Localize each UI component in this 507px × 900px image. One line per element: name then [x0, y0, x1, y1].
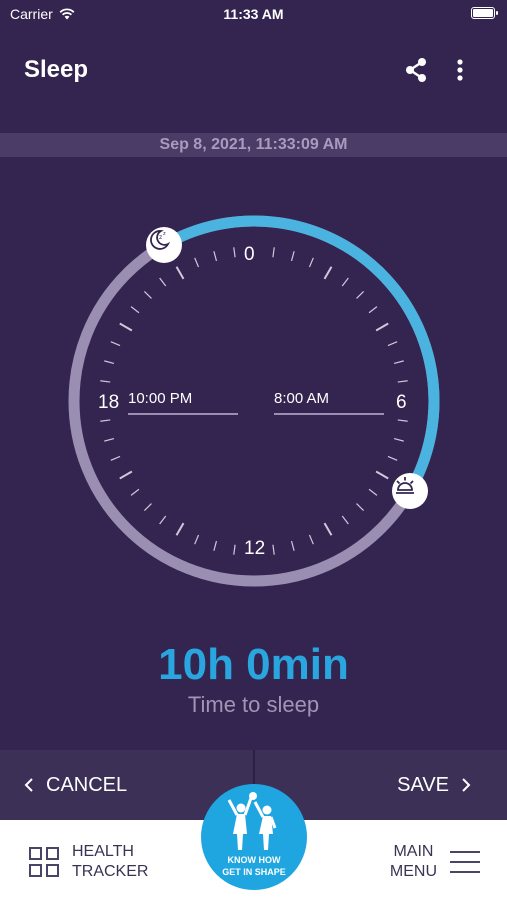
main-menu-line1: MAIN: [393, 843, 434, 860]
sleep-duration: 10h 0min: [158, 640, 349, 689]
clock-tick: [397, 380, 408, 383]
clock-tick: [213, 540, 218, 551]
bedtime-handle[interactable]: z z: [146, 227, 182, 264]
chevron-right-icon: [462, 778, 471, 792]
clock-tick: [272, 247, 275, 258]
clock-tick: [387, 341, 398, 347]
svg-text:z: z: [159, 234, 162, 241]
clock-tick: [397, 419, 408, 422]
health-tracker-button[interactable]: HEALTH TRACKER: [28, 842, 148, 882]
clock-label-top: 0: [244, 244, 255, 265]
save-button[interactable]: SAVE: [397, 750, 471, 820]
header: Sleep: [0, 40, 507, 100]
sleep-duration-label: Time to sleep: [187, 692, 320, 717]
clock-tick: [375, 322, 389, 332]
clock-tick: [175, 522, 185, 536]
clock-label-right: 6: [396, 392, 407, 413]
sleep-screen: Carrier 11:33 AM Sleep Sep 8, 2021, 11:3…: [0, 0, 507, 900]
bedtime-value: 10:00 PM: [128, 390, 193, 407]
clock-tick: [356, 290, 365, 299]
health-tracker-label: HEALTH TRACKER: [72, 842, 148, 882]
clock-tick: [290, 251, 295, 262]
sleep-arc: [161, 215, 440, 494]
clock-tick: [175, 266, 185, 280]
clock-tick: [368, 306, 378, 314]
clock-tick: [100, 419, 111, 422]
clock-tick: [272, 544, 275, 555]
clock-tick: [233, 247, 236, 258]
wake-handle[interactable]: [391, 473, 428, 509]
cancel-button[interactable]: CANCEL: [24, 750, 127, 820]
clock-tick: [100, 380, 111, 383]
wake-time-field[interactable]: 8:00 AM: [274, 390, 384, 415]
health-tracker-line1: HEALTH: [72, 843, 134, 860]
cancel-label: CANCEL: [46, 773, 128, 796]
battery-icon: [471, 7, 498, 19]
clock-tick: [308, 257, 314, 268]
clock-tick: [323, 266, 333, 280]
chevron-left-icon: [24, 778, 33, 792]
status-bar: Carrier 11:33 AM: [0, 0, 507, 30]
clock-tick: [104, 360, 115, 365]
clock-tick: [104, 437, 115, 442]
clock-tick: [308, 534, 314, 545]
clock-tick: [143, 290, 152, 299]
share-button[interactable]: [402, 56, 430, 84]
clock-tick: [393, 437, 404, 442]
clock-tick: [159, 277, 167, 287]
hamburger-menu-icon: [450, 851, 480, 873]
clock-tick: [393, 360, 404, 365]
clock-tick: [159, 515, 167, 525]
clock-tick: [290, 540, 295, 551]
clock-tick: [233, 544, 236, 555]
clock-tick: [194, 534, 200, 545]
logo-line2: GET IN SHAPE: [222, 867, 286, 877]
main-menu-label: MAIN MENU: [390, 842, 437, 882]
grid-icon: [29, 847, 59, 877]
main-menu-line2: MENU: [389, 863, 437, 880]
share-icon: [406, 58, 426, 82]
clock-tick: [375, 470, 389, 480]
clock-label-left: 18: [98, 392, 120, 413]
clock-tick: [213, 251, 218, 262]
clock-tick: [341, 515, 349, 525]
bedtime-field[interactable]: 10:00 PM: [128, 390, 238, 415]
clock-tick: [119, 470, 133, 480]
health-tracker-line2: TRACKER: [72, 863, 149, 880]
clock-label-bottom: 12: [244, 538, 266, 559]
date-bar: Sep 8, 2021, 11:33:09 AM: [0, 133, 507, 157]
more-vertical-icon: [457, 59, 463, 81]
svg-text:z: z: [163, 231, 166, 237]
clock-tick: [110, 341, 121, 347]
moon-icon: z z: [150, 230, 171, 250]
clock-tick: [341, 277, 349, 287]
page-title: Sleep: [24, 56, 89, 83]
clock-tick: [356, 503, 365, 512]
clock-tick: [119, 322, 133, 332]
clock-tick: [387, 455, 398, 461]
battery-fill: [473, 9, 493, 17]
clock-tick: [130, 306, 140, 314]
clock-tick: [110, 455, 121, 461]
save-label: SAVE: [397, 773, 449, 796]
sleep-clock[interactable]: 0 6 12 18 10:00 PM 8:00 AM z z: [0, 180, 507, 620]
main-menu-button[interactable]: MAIN MENU: [390, 842, 481, 882]
more-options-button[interactable]: [450, 56, 470, 84]
clock-tick: [194, 257, 200, 268]
clock-tick: [368, 488, 378, 496]
clock-tick: [130, 488, 140, 496]
clock-tick: [143, 503, 152, 512]
logo-line1: KNOW HOW: [227, 855, 281, 865]
sun-icon: [395, 477, 414, 494]
brand-logo-button[interactable]: KNOW HOW GET IN SHAPE: [201, 784, 307, 890]
clock-tick: [323, 522, 333, 536]
status-time: 11:33 AM: [223, 6, 284, 22]
wake-time-value: 8:00 AM: [274, 390, 330, 407]
